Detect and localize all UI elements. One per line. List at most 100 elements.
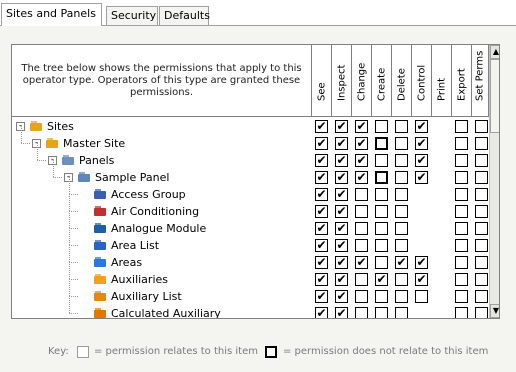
permission-checkbox-create[interactable]: [375, 154, 388, 167]
permission-checkbox-change[interactable]: ✔: [355, 154, 368, 167]
tree-row[interactable]: - Master Site ✔ ✔ ✔ ✔: [12, 126, 489, 152]
permission-checkbox-see[interactable]: ✔: [315, 239, 328, 252]
permission-checkbox-create[interactable]: [375, 307, 388, 318]
permission-checkbox-set-perms[interactable]: [475, 256, 488, 269]
permission-checkbox-export[interactable]: [455, 205, 468, 218]
permission-checkbox-control[interactable]: ✔: [415, 120, 428, 133]
vertical-scrollbar[interactable]: ▲ ▼: [489, 45, 499, 318]
permission-checkbox-see[interactable]: ✔: [315, 307, 328, 318]
tree-row[interactable]: Area List ✔ ✔: [12, 228, 489, 254]
permission-checkbox-change[interactable]: ✔: [355, 171, 368, 184]
permission-checkbox-see[interactable]: ✔: [315, 154, 328, 167]
permission-checkbox-control[interactable]: ✔: [415, 137, 428, 150]
scroll-down-button[interactable]: ▼: [490, 304, 499, 318]
permission-checkbox-change[interactable]: [355, 307, 368, 318]
tree-row[interactable]: Calculated Auxiliary ✔ ✔: [12, 296, 489, 318]
permission-checkbox-create[interactable]: [375, 239, 388, 252]
tab-security[interactable]: Security: [106, 6, 158, 25]
permission-checkbox-delete[interactable]: [395, 205, 408, 218]
tree-row[interactable]: - Sites ✔ ✔ ✔ ✔: [12, 118, 489, 135]
permission-checkbox-see[interactable]: ✔: [315, 256, 328, 269]
permission-checkbox-export[interactable]: [455, 188, 468, 201]
tree-row[interactable]: Auxiliary List ✔ ✔: [12, 279, 489, 305]
permission-checkbox-control[interactable]: ✔: [415, 154, 428, 167]
permission-checkbox-create[interactable]: ✔: [375, 273, 388, 286]
tab-defaults[interactable]: Defaults: [159, 6, 210, 25]
permission-checkbox-see[interactable]: ✔: [315, 290, 328, 303]
permission-checkbox-inspect[interactable]: ✔: [335, 120, 348, 133]
permission-checkbox-create[interactable]: [375, 137, 388, 150]
permission-checkbox-control[interactable]: ✔: [415, 171, 428, 184]
permission-checkbox-delete[interactable]: [395, 188, 408, 201]
permission-checkbox-create[interactable]: [375, 205, 388, 218]
permission-checkbox-set-perms[interactable]: [475, 120, 488, 133]
permission-checkbox-inspect[interactable]: ✔: [335, 256, 348, 269]
permission-checkbox-change[interactable]: ✔: [355, 137, 368, 150]
permission-checkbox-change[interactable]: ✔: [355, 120, 368, 133]
permission-checkbox-change[interactable]: [355, 188, 368, 201]
tree-row[interactable]: Auxiliaries ✔ ✔ ✔ ✔: [12, 262, 489, 288]
permission-checkbox-set-perms[interactable]: [475, 290, 488, 303]
permission-checkbox-export[interactable]: [455, 307, 468, 318]
permission-checkbox-delete[interactable]: [395, 222, 408, 235]
permission-checkbox-delete[interactable]: [395, 290, 408, 303]
permission-checkbox-inspect[interactable]: ✔: [335, 307, 348, 318]
permission-checkbox-export[interactable]: [455, 154, 468, 167]
permission-checkbox-delete[interactable]: [395, 239, 408, 252]
permission-checkbox-inspect[interactable]: ✔: [335, 239, 348, 252]
permission-checkbox-inspect[interactable]: ✔: [335, 222, 348, 235]
permission-checkbox-create[interactable]: [375, 171, 388, 184]
permission-checkbox-change[interactable]: [355, 222, 368, 235]
permission-checkbox-inspect[interactable]: ✔: [335, 290, 348, 303]
permission-checkbox-inspect[interactable]: ✔: [335, 137, 348, 150]
permission-checkbox-delete[interactable]: [395, 307, 408, 318]
permission-checkbox-export[interactable]: [455, 273, 468, 286]
permission-checkbox-create[interactable]: [375, 188, 388, 201]
permission-checkbox-create[interactable]: [375, 120, 388, 133]
permission-checkbox-control[interactable]: ✔: [415, 273, 428, 286]
permission-checkbox-change[interactable]: [355, 290, 368, 303]
permission-checkbox-see[interactable]: ✔: [315, 171, 328, 184]
tree-row[interactable]: Access Group ✔ ✔: [12, 177, 489, 203]
tree-row[interactable]: Air Conditioning ✔ ✔: [12, 194, 489, 220]
permission-checkbox-delete[interactable]: [395, 154, 408, 167]
permission-checkbox-export[interactable]: [455, 222, 468, 235]
tree-row[interactable]: - Panels ✔ ✔ ✔ ✔: [12, 143, 489, 169]
permission-checkbox-export[interactable]: [455, 239, 468, 252]
permission-checkbox-export[interactable]: [455, 171, 468, 184]
permission-checkbox-delete[interactable]: ✔: [395, 256, 408, 269]
permission-checkbox-delete[interactable]: [395, 137, 408, 150]
permission-checkbox-delete[interactable]: [395, 171, 408, 184]
permission-checkbox-export[interactable]: [455, 290, 468, 303]
permission-checkbox-see[interactable]: ✔: [315, 137, 328, 150]
scroll-up-button[interactable]: ▲: [490, 45, 499, 59]
permission-checkbox-create[interactable]: [375, 222, 388, 235]
permission-checkbox-set-perms[interactable]: [475, 205, 488, 218]
tree-row[interactable]: Areas ✔ ✔ ✔ ✔ ✔: [12, 245, 489, 271]
permission-checkbox-delete[interactable]: [395, 273, 408, 286]
permission-checkbox-change[interactable]: [355, 239, 368, 252]
permission-checkbox-see[interactable]: ✔: [315, 273, 328, 286]
permission-checkbox-create[interactable]: [375, 256, 388, 269]
permission-checkbox-inspect[interactable]: ✔: [335, 205, 348, 218]
permission-checkbox-change[interactable]: [355, 205, 368, 218]
permission-checkbox-see[interactable]: ✔: [315, 222, 328, 235]
permission-checkbox-inspect[interactable]: ✔: [335, 171, 348, 184]
permission-checkbox-control[interactable]: [415, 290, 428, 303]
permission-checkbox-set-perms[interactable]: [475, 154, 488, 167]
permission-checkbox-export[interactable]: [455, 256, 468, 269]
tree-row[interactable]: Analogue Module ✔ ✔: [12, 211, 489, 237]
permission-checkbox-export[interactable]: [455, 137, 468, 150]
tree-row[interactable]: - Sample Panel ✔ ✔ ✔ ✔: [12, 160, 489, 186]
permission-checkbox-set-perms[interactable]: [475, 273, 488, 286]
permission-checkbox-inspect[interactable]: ✔: [335, 273, 348, 286]
scroll-thumb[interactable]: [490, 59, 499, 133]
permission-checkbox-set-perms[interactable]: [475, 307, 488, 318]
permission-checkbox-create[interactable]: [375, 290, 388, 303]
tab-sites-and-panels[interactable]: Sites and Panels: [1, 3, 102, 26]
permission-checkbox-change[interactable]: [355, 273, 368, 286]
permission-checkbox-set-perms[interactable]: [475, 239, 488, 252]
permission-checkbox-set-perms[interactable]: [475, 137, 488, 150]
permission-checkbox-inspect[interactable]: ✔: [335, 154, 348, 167]
permission-checkbox-set-perms[interactable]: [475, 171, 488, 184]
